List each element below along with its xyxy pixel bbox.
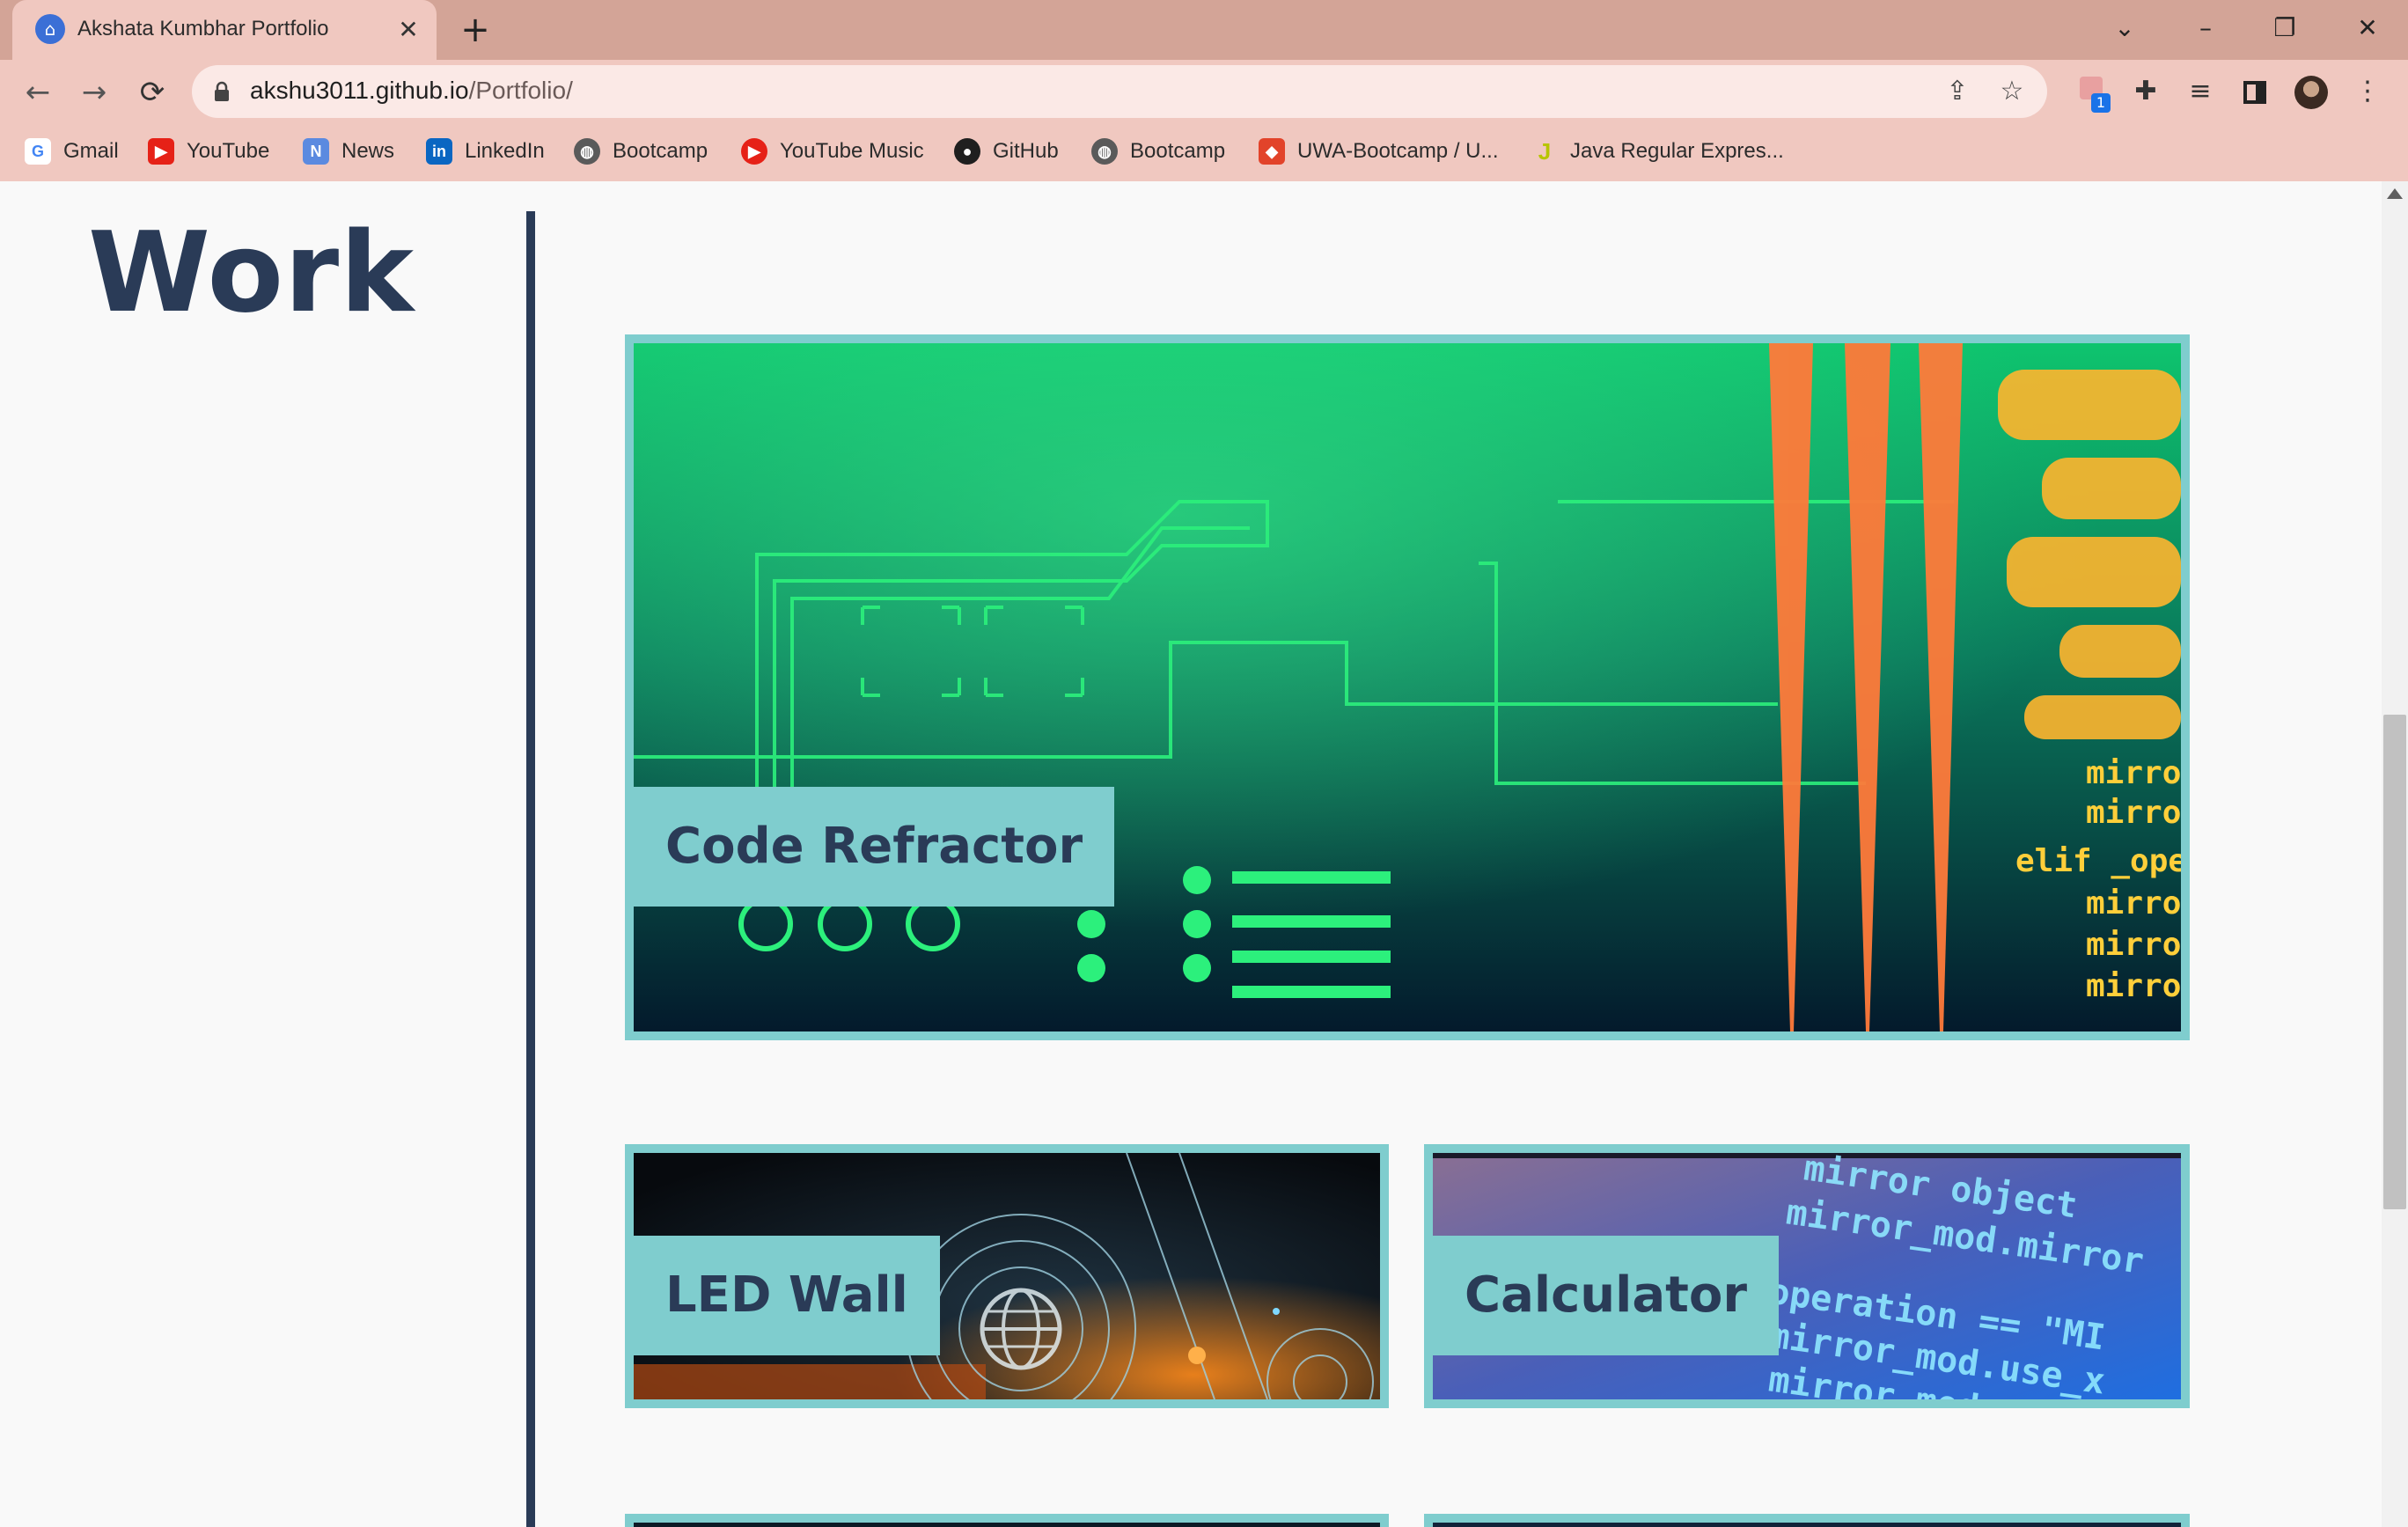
- new-tab-button[interactable]: +: [454, 11, 496, 53]
- project-title-led-wall: LED Wall: [634, 1236, 940, 1355]
- circuit-board-image: mirro mirro elif _ope mirro mirro mirro: [634, 343, 2181, 1031]
- tab-search-chevron-icon[interactable]: ⌄: [2098, 7, 2151, 49]
- bookmark-uwa-bootcamp[interactable]: ◆ UWA-Bootcamp / U...: [1259, 134, 1499, 169]
- bookmark-bootcamp[interactable]: ◍ Bootcamp: [574, 134, 708, 169]
- url-path: /Portfolio/: [468, 77, 573, 104]
- bookmark-github[interactable]: ● GitHub: [954, 134, 1059, 169]
- browser-tab[interactable]: ⌂ Akshata Kumbhar Portfolio ✕: [12, 0, 437, 60]
- google-icon: G: [25, 138, 51, 165]
- scrollbar-thumb[interactable]: [2383, 715, 2406, 1209]
- svg-text:mirro: mirro: [2086, 885, 2181, 921]
- more-menu-icon[interactable]: ⋮: [2348, 72, 2387, 111]
- side-panel-icon[interactable]: [2235, 72, 2274, 111]
- bookmark-label: Bootcamp: [613, 139, 708, 163]
- project-card-code-refractor[interactable]: mirro mirro elif _ope mirro mirro mirro …: [625, 334, 2190, 1040]
- bookmark-label: GitHub: [993, 139, 1059, 163]
- share-icon[interactable]: ⇪: [1938, 72, 1977, 111]
- project-card-partial[interactable]: [1424, 1514, 2190, 1527]
- project-card-partial[interactable]: [625, 1514, 1389, 1527]
- bookmark-star-icon[interactable]: ☆: [1993, 72, 2031, 111]
- reload-icon[interactable]: ⟳: [132, 72, 173, 113]
- url-text: akshu3011.github.io/Portfolio/: [250, 77, 573, 105]
- svg-text:mirro: mirro: [2086, 755, 2181, 791]
- bookmark-bootcamp-2[interactable]: ◍ Bootcamp: [1091, 134, 1225, 169]
- profile-avatar[interactable]: [2292, 72, 2331, 111]
- svg-text:mirro: mirro: [2086, 795, 2181, 831]
- svg-text:mirro: mirro: [2086, 968, 2181, 1004]
- project-card-calculator[interactable]: mirror object mirror_mod.mirror operatio…: [1424, 1144, 2190, 1408]
- gitlab-icon: ◆: [1259, 138, 1285, 165]
- minimize-button[interactable]: –: [2179, 7, 2232, 49]
- back-arrow-icon[interactable]: ←: [18, 72, 58, 113]
- close-tab-icon[interactable]: ✕: [391, 12, 426, 48]
- globe-icon: ◍: [574, 138, 600, 165]
- bookmark-youtube-music[interactable]: ▶ YouTube Music: [741, 134, 924, 169]
- bookmark-label: YouTube: [187, 139, 270, 163]
- vertical-divider: [526, 211, 535, 1527]
- address-bar[interactable]: akshu3011.github.io/Portfolio/ ⇪ ☆: [192, 65, 2047, 118]
- page-scrollbar[interactable]: [2382, 181, 2408, 1527]
- browser-toolbar: ← → ⟳ akshu3011.github.io/Portfolio/ ⇪ ☆…: [0, 60, 2408, 123]
- github-icon: ●: [954, 138, 980, 165]
- reading-list-icon[interactable]: ≡: [2181, 72, 2220, 111]
- bookmark-label: News: [341, 139, 395, 163]
- svg-text:elif _ope: elif _ope: [2015, 843, 2181, 879]
- scroll-up-arrow-icon[interactable]: [2387, 188, 2403, 199]
- bookmark-youtube[interactable]: ▶ YouTube: [148, 134, 269, 169]
- project-card-led-wall[interactable]: LED Wall: [625, 1144, 1389, 1408]
- bookmarks-bar: G Gmail ▶ YouTube N News in LinkedIn ◍ B…: [0, 123, 2408, 181]
- bookmark-gmail[interactable]: G Gmail: [25, 134, 119, 169]
- j-logo-icon: J: [1538, 138, 1552, 165]
- lock-icon: [215, 81, 229, 101]
- home-favicon-icon: ⌂: [35, 14, 65, 44]
- extension-badge-count: 1: [2091, 93, 2111, 113]
- restore-button[interactable]: ❐: [2258, 7, 2311, 49]
- extensions-puzzle-icon[interactable]: ✚: [2126, 72, 2165, 111]
- tab-title: Akshata Kumbhar Portfolio: [77, 17, 329, 40]
- linkedin-icon: in: [426, 138, 452, 165]
- tab-strip: ⌂ Akshata Kumbhar Portfolio ✕ + ⌄ – ❐ ✕: [0, 0, 2408, 60]
- globe-icon: ◍: [1091, 138, 1118, 165]
- portfolio-page: Work mirro mirro elif _ope mirro mirro m…: [0, 181, 2382, 1527]
- bookmark-label: Bootcamp: [1130, 139, 1226, 163]
- project-title-code-refractor: Code Refractor: [634, 787, 1115, 907]
- news-icon: N: [303, 138, 329, 165]
- section-heading-work: Work: [88, 208, 415, 337]
- bookmark-label: YouTube Music: [780, 139, 924, 163]
- bookmark-java-regex[interactable]: J Java Regular Expres...: [1531, 134, 1784, 169]
- browser-chrome: ⌂ Akshata Kumbhar Portfolio ✕ + ⌄ – ❐ ✕ …: [0, 0, 2408, 181]
- youtube-icon: ▶: [148, 138, 174, 165]
- extension-badge-icon[interactable]: 1: [2072, 72, 2111, 113]
- url-host: akshu3011.github.io: [250, 77, 469, 104]
- bookmark-label: UWA-Bootcamp / U...: [1297, 139, 1499, 163]
- forward-arrow-icon[interactable]: →: [74, 72, 114, 113]
- bookmark-label: Java Regular Expres...: [1570, 139, 1784, 163]
- youtube-music-icon: ▶: [741, 138, 767, 165]
- bookmark-news[interactable]: N News: [303, 134, 394, 169]
- bookmark-label: Gmail: [63, 139, 119, 163]
- svg-text:mirro: mirro: [2086, 927, 2181, 963]
- bookmark-linkedin[interactable]: in LinkedIn: [426, 134, 545, 169]
- project-title-calculator: Calculator: [1433, 1236, 1779, 1355]
- close-window-button[interactable]: ✕: [2341, 7, 2394, 49]
- bookmark-label: LinkedIn: [465, 139, 545, 163]
